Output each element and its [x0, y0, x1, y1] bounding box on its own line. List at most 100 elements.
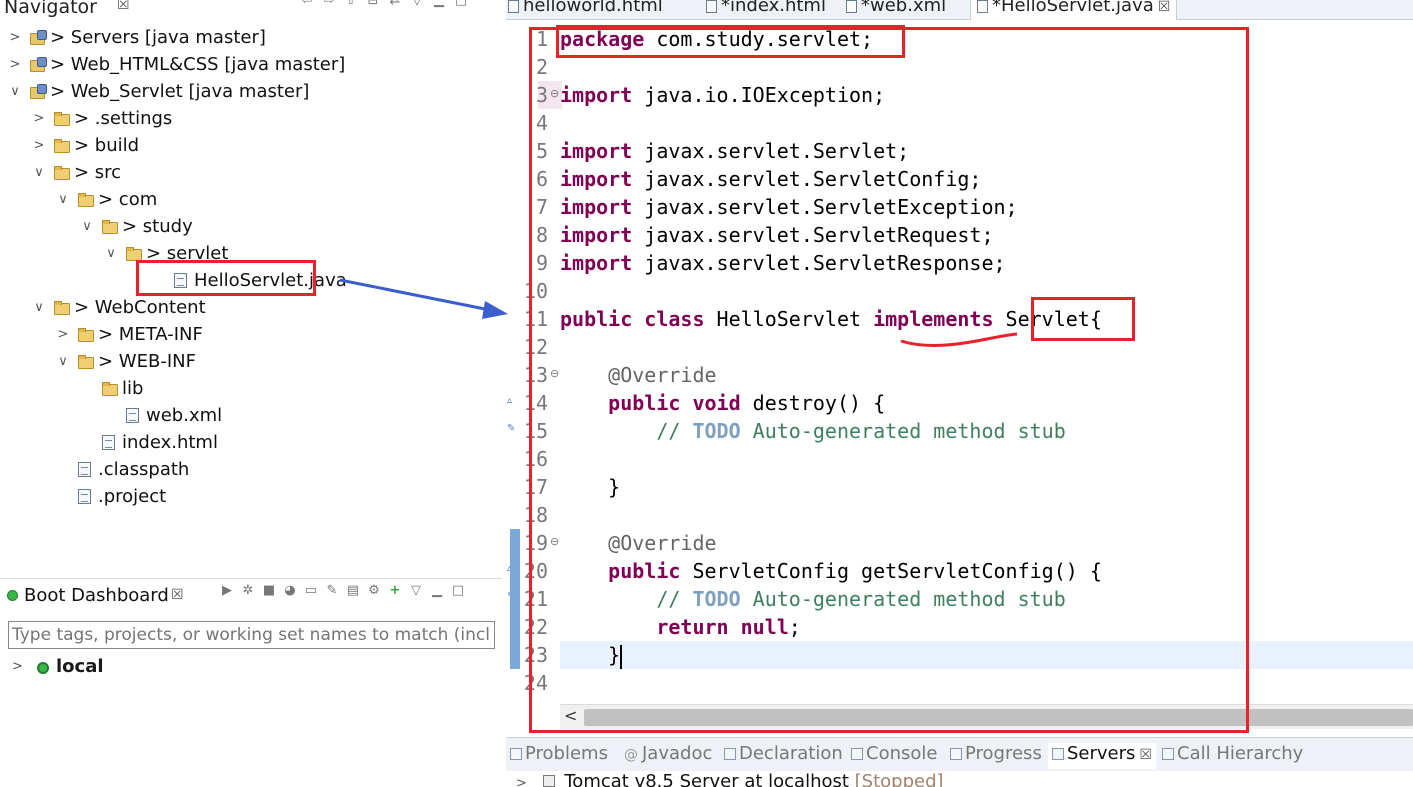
highlight-file-box	[136, 260, 316, 296]
restart-icon[interactable]: ▶	[220, 584, 234, 598]
maximize-icon[interactable]: □	[454, 0, 468, 8]
console-icon	[851, 748, 863, 760]
tree-item-label: index.html	[122, 432, 218, 453]
tree-item-label: .classpath	[98, 459, 190, 480]
tree-item[interactable]: ∨ > com	[0, 186, 500, 213]
occurrence-marker	[510, 613, 520, 641]
boot-dashboard-icon	[7, 590, 18, 601]
chevron-down-icon[interactable]: ∨	[80, 213, 94, 240]
problems-icon	[510, 748, 522, 760]
open-browser-icon[interactable]: ◕	[283, 584, 297, 598]
tree-item[interactable]: lib	[0, 375, 500, 402]
tab-progress[interactable]: Progress	[950, 743, 1042, 769]
server-status: [Stopped]	[854, 771, 944, 787]
chevron-right-icon[interactable]: >	[12, 659, 23, 674]
stop-icon[interactable]: ■	[262, 584, 276, 598]
chevron-right-icon[interactable]: >	[56, 321, 70, 348]
close-icon[interactable]: ☒	[171, 587, 184, 603]
chevron-right-icon[interactable]: >	[32, 105, 46, 132]
tree-item-label: > Servers [java master]	[50, 27, 266, 48]
override-marker-icon[interactable]: ▵	[507, 395, 512, 406]
close-icon[interactable]: ☒	[1139, 747, 1152, 763]
tree-item-label: > build	[74, 135, 140, 156]
minimize-icon[interactable]: ▁	[430, 584, 444, 598]
navigator-toolbar: ⇦ ⇨ ⇧ ⊟ ⇄ ▽ ▁ □	[300, 0, 468, 10]
server-row[interactable]: > Tomcat v8.5 Server at localhost [Stopp…	[516, 771, 944, 787]
folder-icon	[102, 381, 118, 396]
chevron-right-icon[interactable]: >	[32, 132, 46, 159]
console-icon[interactable]: ▭	[304, 584, 318, 598]
tree-item[interactable]: > > Web_HTML&CSS [java master]	[0, 51, 500, 78]
tab-helloworld-html[interactable]: helloworld.html	[508, 0, 663, 20]
arrow-icon	[339, 278, 508, 319]
folder-icon	[54, 165, 70, 180]
navigator-tab[interactable]: Navigator ☒ ⇦ ⇨ ⇧ ⊟ ⇄ ▽ ▁ □	[0, 0, 502, 18]
tab-javadoc[interactable]: @ Javadoc	[624, 743, 712, 769]
chevron-down-icon[interactable]: ∨	[104, 240, 118, 267]
collapse-all-icon[interactable]: ⊟	[366, 0, 380, 8]
add-icon[interactable]: +	[388, 584, 402, 598]
tree-item[interactable]: ∨ > src	[0, 159, 500, 186]
tree-item[interactable]: > > .settings	[0, 105, 500, 132]
chevron-right-icon[interactable]: >	[516, 776, 527, 787]
chevron-down-icon[interactable]: ∨	[56, 348, 70, 375]
task-marker-icon[interactable]: ✎	[507, 423, 515, 434]
tree-item[interactable]: ∨ > study	[0, 213, 500, 240]
tree-item-label: > WEB-INF	[98, 351, 196, 372]
chevron-down-icon[interactable]: ∨	[56, 186, 70, 213]
tree-item[interactable]: .project	[0, 483, 500, 510]
tab-declaration[interactable]: Declaration	[724, 743, 843, 769]
tree-item[interactable]: web.xml	[0, 402, 500, 429]
forward-icon[interactable]: ⇨	[322, 0, 336, 8]
chevron-down-icon[interactable]: ∨	[32, 159, 46, 186]
boot-filter-input[interactable]	[8, 621, 495, 649]
server-name: Tomcat v8.5 Server at localhost	[564, 771, 849, 787]
up-icon[interactable]: ⇧	[344, 0, 358, 8]
navigator-title[interactable]: Navigator	[4, 0, 97, 18]
tree-item[interactable]: > > Servers [java master]	[0, 24, 500, 51]
view-menu-icon[interactable]: ▽	[409, 584, 423, 598]
expose-icon[interactable]: ⚙	[367, 584, 381, 598]
tab-web-xml[interactable]: *web.xml	[846, 0, 946, 20]
link-editor-icon[interactable]: ⇄	[388, 0, 402, 8]
implements-underline	[900, 332, 1018, 347]
tree-item[interactable]: index.html	[0, 429, 500, 456]
html-file-icon	[706, 0, 717, 13]
tab-call-hierarchy[interactable]: Call Hierarchy	[1162, 743, 1303, 769]
chevron-right-icon[interactable]: >	[8, 51, 22, 78]
tab-problems[interactable]: Problems	[510, 743, 608, 769]
project-icon	[30, 84, 47, 99]
back-icon[interactable]: ⇦	[300, 0, 314, 8]
chevron-right-icon[interactable]: >	[8, 24, 22, 51]
tab-servers[interactable]: Servers ☒	[1048, 743, 1156, 769]
tree-item[interactable]: ∨ > Web_Servlet [java master]	[0, 78, 500, 105]
properties-icon[interactable]: ▤	[346, 584, 360, 598]
debug-icon[interactable]: ✲	[241, 584, 255, 598]
view-menu-icon[interactable]: ▽	[410, 0, 424, 8]
tab-console[interactable]: Console	[851, 743, 937, 769]
chevron-down-icon[interactable]: ∨	[32, 294, 46, 321]
boot-local-label: local	[56, 656, 104, 677]
maximize-icon[interactable]: □	[451, 584, 465, 598]
close-icon[interactable]: ☒	[117, 0, 130, 13]
tab-label: *index.html	[721, 0, 826, 16]
tree-item[interactable]: > > build	[0, 132, 500, 159]
tree-item-label: > com	[98, 189, 158, 210]
folder-icon	[54, 111, 70, 126]
chevron-down-icon[interactable]: ∨	[8, 78, 22, 105]
tab-label: *web.xml	[861, 0, 947, 16]
tree-item[interactable]: .classpath	[0, 456, 500, 483]
folder-icon	[126, 246, 142, 261]
tree-item-label: > Web_HTML&CSS [java master]	[50, 54, 346, 75]
tab-label: Declaration	[739, 743, 843, 764]
tab-label: Progress	[965, 743, 1042, 764]
tree-item[interactable]: ∨ > WEB-INF	[0, 348, 500, 375]
boot-dashboard-title[interactable]: Boot Dashboard	[24, 585, 169, 606]
tab-helloservlet-java[interactable]: *HelloServlet.java ☒	[970, 0, 1178, 20]
tab-index-html[interactable]: *index.html	[706, 0, 826, 20]
edit-icon[interactable]: ✎	[325, 584, 339, 598]
annotation-ruler[interactable]: ▵✎▵✎	[506, 21, 520, 729]
occurrence-marker	[510, 557, 520, 585]
minimize-icon[interactable]: ▁	[432, 0, 446, 8]
close-icon[interactable]: ☒	[1158, 0, 1171, 15]
